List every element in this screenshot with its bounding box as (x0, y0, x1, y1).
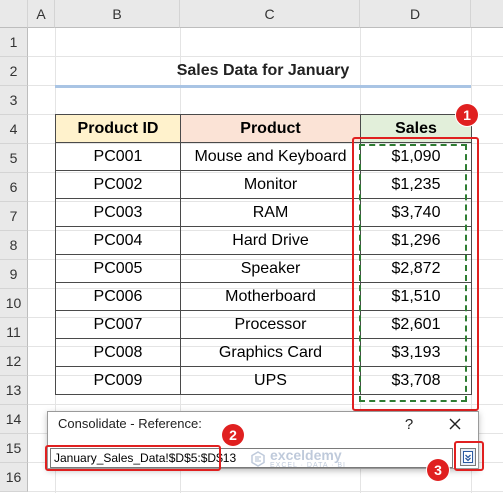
row-header[interactable]: 16 (0, 463, 28, 492)
select-all-corner[interactable] (0, 0, 28, 28)
cell-product[interactable]: Hard Drive (180, 226, 361, 255)
expand-dialog-button[interactable] (460, 448, 476, 466)
cell-product[interactable]: Graphics Card (180, 338, 361, 367)
callout-badge-3: 3 (427, 459, 449, 481)
header-product[interactable]: Product (180, 114, 361, 143)
row-header[interactable]: 6 (0, 173, 28, 202)
table-row: PC004 Hard Drive $1,296 (55, 226, 472, 255)
row-header[interactable]: 7 (0, 202, 28, 231)
header-sales[interactable]: Sales (360, 114, 472, 143)
cell-product[interactable]: UPS (180, 366, 361, 395)
cell-product[interactable]: Speaker (180, 254, 361, 283)
cell-product-id[interactable]: PC009 (55, 366, 181, 395)
callout-badge-1: 1 (456, 104, 478, 126)
column-header-a[interactable]: A (28, 0, 55, 28)
cell-product-id[interactable]: PC003 (55, 198, 181, 227)
callout-badge-2: 2 (222, 424, 244, 446)
row-header[interactable]: 13 (0, 376, 28, 405)
row-header[interactable]: 9 (0, 260, 28, 289)
row-header[interactable]: 11 (0, 318, 28, 347)
expand-dialog-icon (463, 451, 473, 463)
cell-product[interactable]: Monitor (180, 170, 361, 199)
row-header[interactable]: 15 (0, 434, 28, 463)
close-button[interactable] (445, 414, 465, 434)
cell-sales[interactable]: $1,090 (360, 142, 472, 171)
table-row: PC003 RAM $3,740 (55, 198, 472, 227)
cell-sales[interactable]: $1,235 (360, 170, 472, 199)
row-header[interactable]: 1 (0, 28, 28, 57)
row-header[interactable]: 4 (0, 115, 28, 144)
cell-sales[interactable]: $3,708 (360, 366, 472, 395)
cell-sales[interactable]: $3,193 (360, 338, 472, 367)
row-header[interactable]: 14 (0, 405, 28, 434)
table-row: PC008 Graphics Card $3,193 (55, 338, 472, 367)
table-row: PC009 UPS $3,708 (55, 366, 472, 395)
cell-sales[interactable]: $3,740 (360, 198, 472, 227)
row-header[interactable]: 8 (0, 231, 28, 260)
row-header[interactable]: 3 (0, 86, 28, 115)
cell-sales[interactable]: $2,872 (360, 254, 472, 283)
cell-product-id[interactable]: PC007 (55, 310, 181, 339)
cell-product-id[interactable]: PC008 (55, 338, 181, 367)
cell-product-id[interactable]: PC001 (55, 142, 181, 171)
help-button[interactable]: ? (400, 414, 418, 434)
row-header[interactable]: 5 (0, 144, 28, 173)
column-header-d[interactable]: D (360, 0, 471, 28)
column-header-b[interactable]: B (55, 0, 180, 28)
sales-table: Product ID Product Sales PC001 Mouse and … (55, 114, 472, 395)
row-header[interactable]: 2 (0, 57, 28, 86)
sheet-title: Sales Data for January (176, 62, 350, 79)
cell-sales[interactable]: $1,296 (360, 226, 472, 255)
row-header[interactable]: 10 (0, 289, 28, 318)
column-header-e[interactable] (471, 0, 503, 28)
table-row: PC005 Speaker $2,872 (55, 254, 472, 283)
header-product-id[interactable]: Product ID (55, 114, 181, 143)
table-row: PC002 Monitor $1,235 (55, 170, 472, 199)
cell-sales[interactable]: $2,601 (360, 310, 472, 339)
close-icon (449, 418, 461, 430)
cell-product-id[interactable]: PC005 (55, 254, 181, 283)
table-row: PC006 Motherboard $1,510 (55, 282, 472, 311)
cell-product[interactable]: Motherboard (180, 282, 361, 311)
row-header[interactable]: 12 (0, 347, 28, 376)
table-row: PC001 Mouse and Keyboard $1,090 (55, 142, 472, 171)
cell-product-id[interactable]: PC006 (55, 282, 181, 311)
cell-product-id[interactable]: PC004 (55, 226, 181, 255)
title-underline (55, 85, 471, 88)
cell-product[interactable]: RAM (180, 198, 361, 227)
cell-product-id[interactable]: PC002 (55, 170, 181, 199)
reference-input[interactable] (50, 448, 453, 468)
cell-product[interactable]: Processor (180, 310, 361, 339)
column-header-c[interactable]: C (180, 0, 360, 28)
cell-sales[interactable]: $1,510 (360, 282, 472, 311)
table-row: PC007 Processor $2,601 (55, 310, 472, 339)
cell-product[interactable]: Mouse and Keyboard (180, 142, 361, 171)
consolidate-reference-dialog: Consolidate - Reference: ? (47, 411, 479, 469)
dialog-title: Consolidate - Reference: (58, 416, 202, 431)
